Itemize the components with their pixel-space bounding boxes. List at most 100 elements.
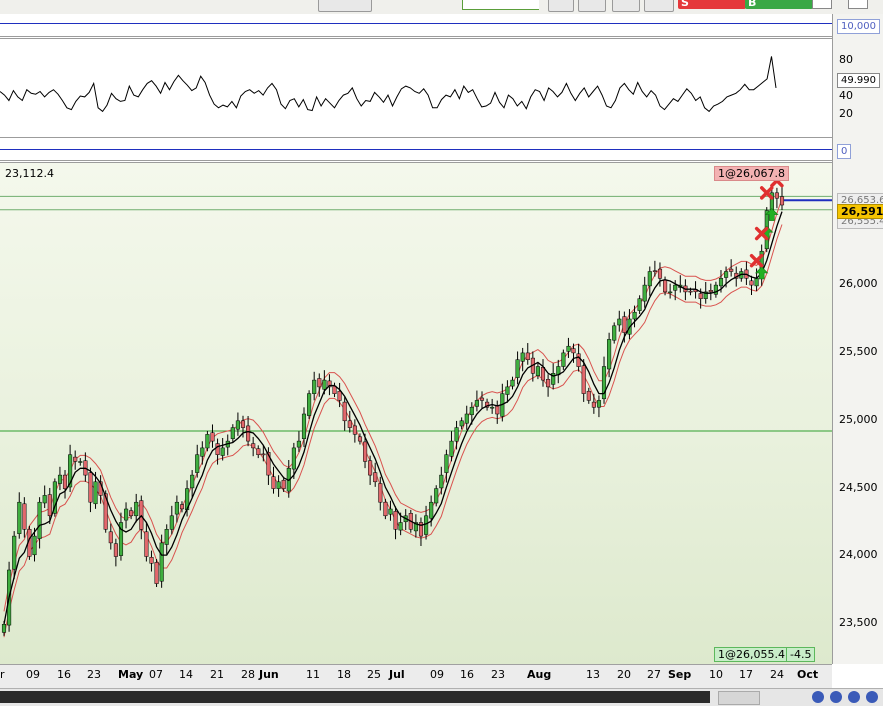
candle-down (179, 504, 185, 510)
top-indicator-panel (0, 14, 832, 37)
candle-down (663, 279, 668, 293)
moving-average (3, 211, 783, 625)
toolbar: S B (0, 0, 883, 15)
time-axis-label: 24 (770, 668, 784, 681)
points-box[interactable] (848, 0, 868, 9)
oscillator-plot (0, 56, 777, 113)
time-axis-label: 07 (149, 668, 163, 681)
toolbar-button-a[interactable] (318, 0, 372, 12)
zoom-reset-icon[interactable] (830, 691, 842, 703)
price-axis-label: 25,000 (839, 412, 878, 426)
candle-up (535, 366, 540, 376)
candle-up (296, 440, 301, 448)
price-axis-label: 24,500 (839, 480, 878, 494)
chart-header-value: 23,112.4 (5, 167, 54, 180)
time-axis-label: 20 (617, 668, 631, 681)
mid-panel-value-tag: 0 (837, 144, 852, 159)
candle-up (510, 379, 515, 387)
time-axis-label: Jul (389, 668, 405, 681)
horizontal-scrollbar[interactable] (0, 691, 710, 703)
candle-up (474, 400, 479, 407)
candle-up (444, 454, 449, 473)
toolbar-icon-button-2[interactable] (578, 0, 606, 12)
candle-up (93, 481, 98, 505)
candle-up (561, 352, 566, 367)
candle-up (673, 284, 678, 291)
candle-down (729, 268, 734, 272)
top-order-tag[interactable]: 1@26,067.8 (714, 166, 789, 181)
candle-up (718, 278, 724, 287)
candle-up (459, 420, 464, 427)
candle-down (317, 378, 322, 388)
candle-down (215, 443, 220, 455)
toolbar-icon-button-4[interactable] (644, 0, 674, 12)
candle-up (429, 501, 434, 519)
candle-down (149, 557, 154, 564)
scrollbar-thumb[interactable] (718, 691, 760, 705)
time-axis-label: 17 (739, 668, 753, 681)
candle-down (88, 472, 93, 503)
sell-button[interactable]: S (678, 0, 746, 9)
candle-up (200, 447, 205, 457)
candle-down (256, 448, 261, 455)
candle-up (439, 474, 444, 489)
candle-down (708, 290, 713, 293)
candle-down (154, 562, 159, 584)
bottom-order-tag[interactable]: 1@26,055.4 (714, 647, 789, 662)
candle-down (251, 443, 256, 449)
candle-up (490, 406, 495, 409)
time-axis-label: Aug (527, 668, 552, 681)
candle-down (479, 397, 485, 401)
candle-up (32, 535, 37, 556)
candle-up (505, 386, 510, 395)
oscillator-panel (0, 38, 832, 138)
candle-up (454, 427, 459, 442)
time-axis-label: 28 (241, 668, 255, 681)
candle-down (774, 192, 779, 199)
time-axis-label: 27 (647, 668, 661, 681)
oscillator-value-tag: 49.990 (837, 73, 880, 88)
candle-up (195, 454, 200, 473)
time-axis-label: r (0, 668, 5, 681)
time-axis-label: 10 (709, 668, 723, 681)
candle-up (668, 291, 673, 294)
time-axis-label: 14 (179, 668, 193, 681)
price-axis: 10,000 80604020 49.990 0 26,00025,50025,… (832, 14, 883, 664)
quantity-box[interactable] (462, 0, 539, 10)
candle-down (352, 425, 357, 435)
candle-up (469, 406, 474, 416)
bottom-right-tag: -4.5 (786, 647, 816, 662)
candle-up (434, 488, 439, 504)
price-axis-label: 23,500 (839, 616, 878, 630)
candle-down (337, 390, 342, 401)
candle-down (571, 348, 576, 354)
price-chart-panel[interactable]: 23,112.4 1@26,067.8 1@26,055.4 -4.5 (0, 162, 832, 665)
candle-up (134, 501, 139, 517)
candle-up (291, 447, 296, 470)
candle-up (449, 440, 454, 457)
buy-button[interactable]: B (745, 0, 813, 9)
candle-down (586, 390, 591, 401)
zoom-in-icon[interactable] (848, 691, 860, 703)
settings-icon[interactable] (866, 691, 878, 703)
toolbar-icon-button-1[interactable] (548, 0, 574, 12)
candle-down (73, 456, 78, 462)
candle-down (210, 432, 215, 442)
candle-down (363, 441, 368, 462)
candle-up (754, 278, 759, 287)
candle-up (37, 501, 42, 539)
candle-down (246, 425, 251, 442)
toolbar-icon-button-3[interactable] (612, 0, 640, 12)
time-axis-label: 25 (367, 668, 381, 681)
candle-down (698, 293, 703, 299)
candle-down (271, 476, 276, 489)
buy-button-label: B (748, 0, 757, 9)
candle-up (515, 359, 520, 378)
checkbox-l[interactable] (812, 0, 832, 9)
zoom-out-icon[interactable] (812, 691, 824, 703)
candle-up (307, 393, 312, 416)
candle-up (190, 474, 195, 489)
candle-down (383, 501, 388, 517)
candle-down (779, 196, 785, 206)
candle-down (62, 474, 68, 489)
